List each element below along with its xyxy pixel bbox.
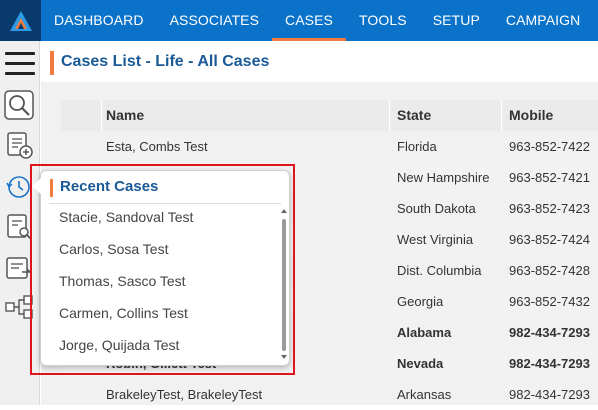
table-header: Name State Mobile xyxy=(61,100,598,131)
column-name[interactable]: Name xyxy=(106,100,144,131)
cell-state: Florida xyxy=(397,139,437,154)
cell-name: BrakeleyTest, BrakeleyTest xyxy=(106,387,263,402)
menu-icon[interactable] xyxy=(5,52,35,75)
highlight-box xyxy=(30,164,295,375)
search-icon[interactable] xyxy=(4,90,34,120)
add-case-icon[interactable] xyxy=(4,130,34,160)
table-row[interactable]: BrakeleyTest, BrakeleyTest Arkansas 982-… xyxy=(61,379,598,410)
nav-campaign[interactable]: CAMPAIGN xyxy=(493,0,593,41)
nav-setup[interactable]: SETUP xyxy=(420,0,493,41)
cell-state: New Hampshire xyxy=(397,170,490,185)
main-nav: DASHBOARD ASSOCIATES CASES TOOLS SETUP C… xyxy=(41,0,593,41)
app-logo[interactable] xyxy=(0,0,41,41)
cell-state: West Virginia xyxy=(397,232,474,247)
top-nav-bar: DASHBOARD ASSOCIATES CASES TOOLS SETUP C… xyxy=(0,0,598,41)
cell-mobile: 982-434-7293 xyxy=(509,387,590,402)
cell-state: Dist. Columbia xyxy=(397,263,482,278)
nav-dashboard[interactable]: DASHBOARD xyxy=(41,0,157,41)
table-row[interactable]: Esta, Combs Test Florida 963-852-7422 xyxy=(61,131,598,162)
column-state[interactable]: State xyxy=(397,100,431,131)
nav-tools[interactable]: TOOLS xyxy=(346,0,420,41)
page-title: Cases List - Life - All Cases xyxy=(61,53,270,70)
column-mobile[interactable]: Mobile xyxy=(509,100,553,131)
title-accent xyxy=(50,51,54,75)
nav-cases[interactable]: CASES xyxy=(272,0,346,41)
cell-mobile: 963-852-7422 xyxy=(509,139,590,154)
cell-name: Esta, Combs Test xyxy=(106,139,208,154)
logo-icon xyxy=(9,10,32,31)
cell-state: Nevada xyxy=(397,356,444,371)
nav-associates[interactable]: ASSOCIATES xyxy=(157,0,272,41)
cell-state: Arkansas xyxy=(397,387,452,402)
cell-mobile: 982-434-7293 xyxy=(509,325,590,340)
cell-mobile: 963-852-7424 xyxy=(509,232,590,247)
cell-mobile: 963-852-7428 xyxy=(509,263,590,278)
cell-state: Alabama xyxy=(397,325,452,340)
cell-state: South Dakota xyxy=(397,201,476,216)
cell-mobile: 963-852-7423 xyxy=(509,201,590,216)
cell-state: Georgia xyxy=(397,294,444,309)
cell-mobile: 982-434-7293 xyxy=(509,356,590,371)
cell-mobile: 963-852-7432 xyxy=(509,294,590,309)
cell-mobile: 963-852-7421 xyxy=(509,170,590,185)
